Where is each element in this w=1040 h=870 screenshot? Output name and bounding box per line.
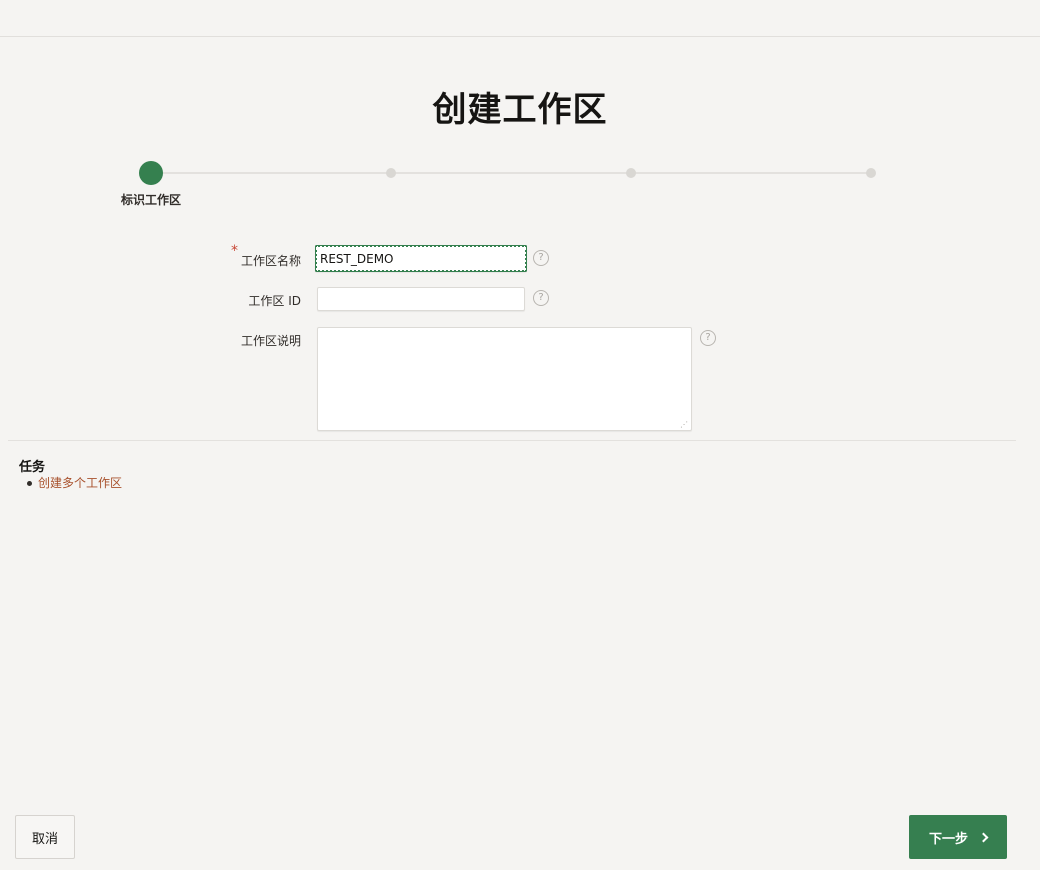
workspace-id-help-icon[interactable]: ? [533, 290, 549, 306]
workspace-name-label: 工作区名称 [240, 254, 301, 268]
wizard-step-4 [866, 168, 876, 178]
wizard-step-3 [626, 168, 636, 178]
workspace-description-help-icon[interactable]: ? [700, 330, 716, 346]
workspace-name-help-icon[interactable]: ? [533, 250, 549, 266]
chevron-right-icon [978, 832, 989, 842]
wizard-progress: 标识工作区 [0, 150, 1040, 220]
workspace-description-label: 工作区说明 [240, 334, 301, 348]
workspace-id-label: 工作区 ID [248, 294, 301, 308]
page-title: 创建工作区 [432, 90, 608, 130]
workspace-name-input[interactable] [315, 245, 527, 272]
wizard-step-2 [386, 168, 396, 178]
next-button[interactable]: 下一步 [909, 815, 1007, 859]
wizard-progress-line [151, 172, 871, 174]
next-button-label: 下一步 [928, 831, 968, 847]
cancel-button[interactable]: 取消 [15, 815, 75, 859]
workspace-description-textarea[interactable] [317, 327, 692, 431]
wizard-step-1-label: 标识工作区 [120, 193, 181, 207]
resize-grip-icon[interactable]: ⋰ [680, 421, 688, 429]
bullet-icon [27, 481, 32, 486]
task-list: 创建多个工作区 [27, 475, 122, 492]
create-multiple-workspaces-link[interactable]: 创建多个工作区 [38, 476, 122, 490]
top-bar [0, 0, 1040, 37]
list-item: 创建多个工作区 [27, 475, 122, 492]
section-divider [8, 440, 1016, 441]
wizard-step-1-current [139, 161, 163, 185]
tasks-heading: 任务 [19, 460, 46, 475]
workspace-id-input[interactable] [317, 287, 525, 311]
